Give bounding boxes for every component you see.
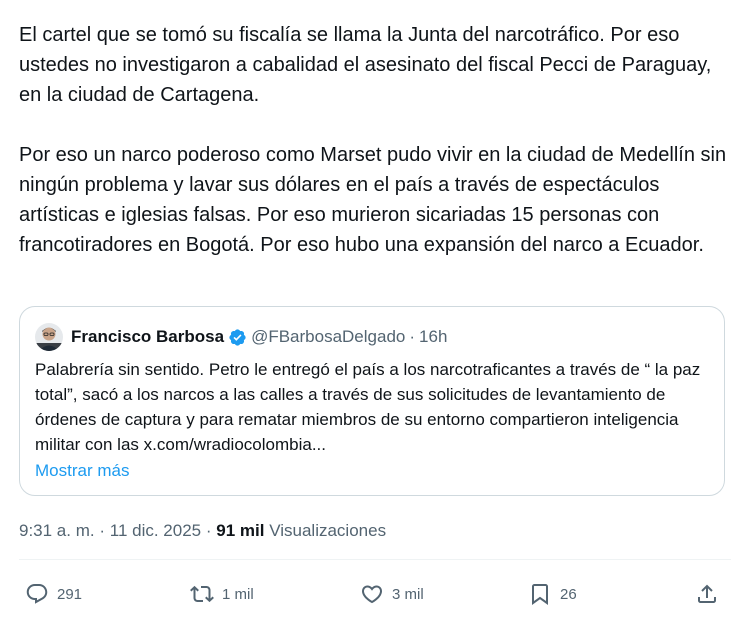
tweet-paragraph-2: Por eso un narco poderoso como Marset pu… xyxy=(19,144,727,256)
quoted-tweet-card[interactable]: Francisco Barbosa @FBarbosaDelgado · 16h… xyxy=(19,306,725,496)
quoted-tweet-text: Palabrería sin sentido. Petro le entregó… xyxy=(35,360,701,454)
share-icon xyxy=(698,584,716,603)
repost-icon xyxy=(190,585,214,603)
tweet-paragraph-1: El cartel que se tomó su fiscalía se lla… xyxy=(19,24,712,106)
heart-icon xyxy=(361,585,383,604)
tweet-text: El cartel que se tomó su fiscalía se lla… xyxy=(19,20,731,260)
reply-button[interactable]: 291 xyxy=(25,579,82,609)
tweet-date[interactable]: 11 dic. 2025 xyxy=(110,521,201,540)
repost-button[interactable]: 1 mil xyxy=(190,579,254,609)
divider xyxy=(19,559,731,560)
bookmark-icon xyxy=(532,584,548,605)
like-button[interactable]: 3 mil xyxy=(360,579,424,609)
bookmark-count: 26 xyxy=(560,585,577,603)
show-more-link[interactable]: Mostrar más xyxy=(35,458,129,483)
bookmark-button[interactable]: 26 xyxy=(528,579,577,609)
user-avatar-icon xyxy=(35,323,63,351)
quoted-tweet-time[interactable]: 16h xyxy=(419,327,447,347)
repost-count: 1 mil xyxy=(222,585,254,603)
separator-dot: · xyxy=(205,521,212,540)
tweet-meta: 9:31 a. m. · 11 dic. 2025 · 91 mil Visua… xyxy=(19,518,386,543)
separator-dot: · xyxy=(409,327,416,346)
reply-icon xyxy=(26,584,48,604)
quoted-tweet-header: Francisco Barbosa @FBarbosaDelgado · 16h xyxy=(35,322,447,352)
quoted-author-name[interactable]: Francisco Barbosa xyxy=(71,327,224,347)
verified-badge-icon xyxy=(229,328,246,346)
views-count: 91 mil xyxy=(216,521,265,540)
views-label: Visualizaciones xyxy=(269,521,387,540)
avatar[interactable] xyxy=(35,323,63,351)
tweet-time[interactable]: 9:31 a. m. xyxy=(19,521,95,540)
separator-dot: · xyxy=(99,521,106,540)
quoted-author-handle[interactable]: @FBarbosaDelgado xyxy=(251,327,405,347)
share-button[interactable] xyxy=(695,579,719,609)
like-count: 3 mil xyxy=(392,585,424,603)
reply-count: 291 xyxy=(57,585,83,603)
